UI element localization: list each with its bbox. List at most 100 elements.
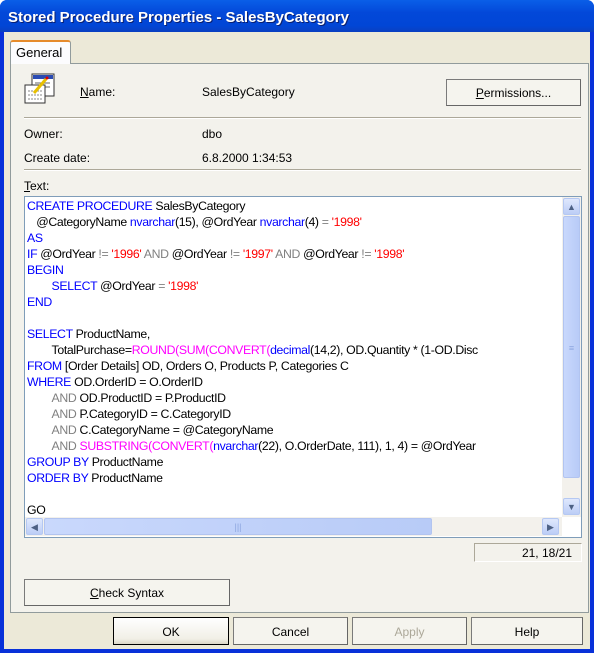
check-syntax-button[interactable]: Check Syntax	[24, 579, 230, 606]
code-token: AND	[272, 247, 304, 261]
code-token: nvarchar	[259, 215, 305, 229]
code-token: AND	[51, 423, 77, 437]
check-syntax-label: Check Syntax	[89, 586, 165, 600]
code-token: nvarchar	[129, 215, 175, 229]
code-line: AND SUBSTRING(CONVERT(nvarchar(22), O.Or…	[27, 438, 563, 454]
code-token: WHERE	[27, 375, 72, 389]
code-token: AND	[51, 407, 77, 421]
scroll-down-button[interactable]: ▼	[563, 498, 580, 515]
code-token: SalesByCategory	[152, 199, 246, 213]
tab-general[interactable]: General	[10, 40, 71, 64]
code-area[interactable]: CREATE PROCEDURE SalesByCategory @Catego…	[27, 198, 563, 518]
code-token: P.CategoryID = C.CategoryID	[76, 407, 232, 421]
code-line: ORDER BY ProductName	[27, 470, 563, 486]
code-token: !=	[98, 247, 109, 261]
code-token: '1998'	[374, 247, 405, 261]
code-line: AND C.CategoryName = @CategoryName	[27, 422, 563, 438]
code-token: SELECT	[27, 327, 73, 341]
name-label: Name:	[80, 85, 116, 99]
code-line: CREATE PROCEDURE SalesByCategory	[27, 198, 563, 214]
code-token: IF	[27, 247, 38, 261]
code-token: OD.ProductID = P.ProductID	[76, 391, 227, 405]
code-token: '1996'	[111, 247, 142, 261]
code-line: FROM [Order Details] OD, Orders O, Produ…	[27, 358, 563, 374]
code-token: @OrdYear	[37, 247, 99, 261]
code-token: @OrdYear	[303, 247, 362, 261]
vertical-scrollbar[interactable]: ▲ ≡ ▼	[562, 197, 581, 517]
code-token: nvarchar	[213, 439, 259, 453]
code-token: (15), @OrdYear	[174, 215, 260, 229]
stored-procedure-icon	[24, 73, 55, 104]
code-token: TotalPurchase=	[27, 343, 133, 357]
code-token: !=	[229, 247, 240, 261]
code-token: [Order Details] OD, Orders O, Products P…	[61, 359, 349, 373]
code-token: @CategoryName	[27, 215, 130, 229]
code-token: ProductName	[88, 455, 164, 469]
code-line: SELECT ProductName,	[27, 326, 563, 342]
code-token: GROUP BY	[27, 455, 89, 469]
code-line: SELECT @OrdYear = '1998'	[27, 278, 563, 294]
code-token: !=	[361, 247, 372, 261]
code-token: @OrdYear	[97, 279, 159, 293]
code-line: GO	[27, 502, 563, 518]
code-token: CREATE PROCEDURE	[27, 199, 153, 213]
name-value: SalesByCategory	[202, 85, 295, 99]
separator	[24, 169, 581, 171]
code-token: @OrdYear	[171, 247, 230, 261]
code-token: ProductName,	[72, 327, 151, 341]
code-token: ROUND(SUM(CONVERT(	[131, 343, 271, 357]
code-token: '1998'	[168, 279, 199, 293]
vertical-scroll-thumb[interactable]: ≡	[563, 216, 580, 478]
help-button[interactable]: Help	[471, 617, 583, 645]
code-line: TotalPurchase=ROUND(SUM(CONVERT(decimal(…	[27, 342, 563, 358]
code-token: AND	[51, 391, 77, 405]
code-token: (4)	[304, 215, 322, 229]
code-token: SUBSTRING(CONVERT(	[79, 439, 214, 453]
code-token: FROM	[27, 359, 62, 373]
code-token: AND	[141, 247, 172, 261]
title-bar: Stored Procedure Properties - SalesByCat…	[0, 0, 594, 32]
code-line: AS	[27, 230, 563, 246]
sql-text-editor[interactable]: CREATE PROCEDURE SalesByCategory @Catego…	[24, 196, 582, 538]
code-token: OD.OrderID = O.OrderID	[71, 375, 203, 389]
permissions-button[interactable]: Permissions...	[446, 79, 581, 106]
code-token: '1997'	[242, 247, 273, 261]
code-token: =	[321, 215, 329, 229]
cursor-position: 21, 18/21	[474, 543, 582, 562]
code-token: '1998'	[331, 215, 362, 229]
cancel-button[interactable]: Cancel	[233, 617, 348, 645]
code-line: END	[27, 294, 563, 310]
code-token: END	[27, 295, 52, 309]
code-line: BEGIN	[27, 262, 563, 278]
code-token: decimal	[270, 343, 310, 357]
code-token: ORDER BY	[27, 471, 89, 485]
permissions-button-label: Permissions...	[475, 86, 552, 100]
separator	[24, 117, 581, 119]
owner-label: Owner:	[24, 127, 63, 141]
scroll-up-button[interactable]: ▲	[563, 198, 580, 215]
horizontal-scroll-thumb[interactable]: |||	[44, 518, 432, 535]
owner-value: dbo	[202, 127, 223, 141]
scroll-left-button[interactable]: ◀	[26, 518, 43, 535]
horizontal-scrollbar[interactable]: ◀ ||| ▶	[25, 517, 562, 536]
code-token: (14,2), OD.Quantity * (1-OD.Disc	[310, 343, 478, 357]
code-token: ProductName	[88, 471, 163, 485]
ok-button[interactable]: OK	[113, 617, 229, 645]
create-date-label: Create date:	[24, 151, 91, 165]
code-line: IF @OrdYear != '1996' AND @OrdYear != '1…	[27, 246, 563, 262]
code-line: AND P.CategoryID = C.CategoryID	[27, 406, 563, 422]
apply-button[interactable]: Apply	[352, 617, 467, 645]
code-token: (22), O.OrderDate, 111), 1, 4) = @OrdYea…	[258, 439, 476, 453]
code-token: BEGIN	[27, 263, 64, 277]
scroll-right-button[interactable]: ▶	[542, 518, 559, 535]
code-line: @CategoryName nvarchar(15), @OrdYear nva…	[27, 214, 563, 230]
text-label: Text:	[24, 179, 50, 193]
code-token: SELECT	[51, 279, 98, 293]
code-line: WHERE OD.OrderID = O.OrderID	[27, 374, 563, 390]
code-token: AND	[51, 439, 77, 453]
